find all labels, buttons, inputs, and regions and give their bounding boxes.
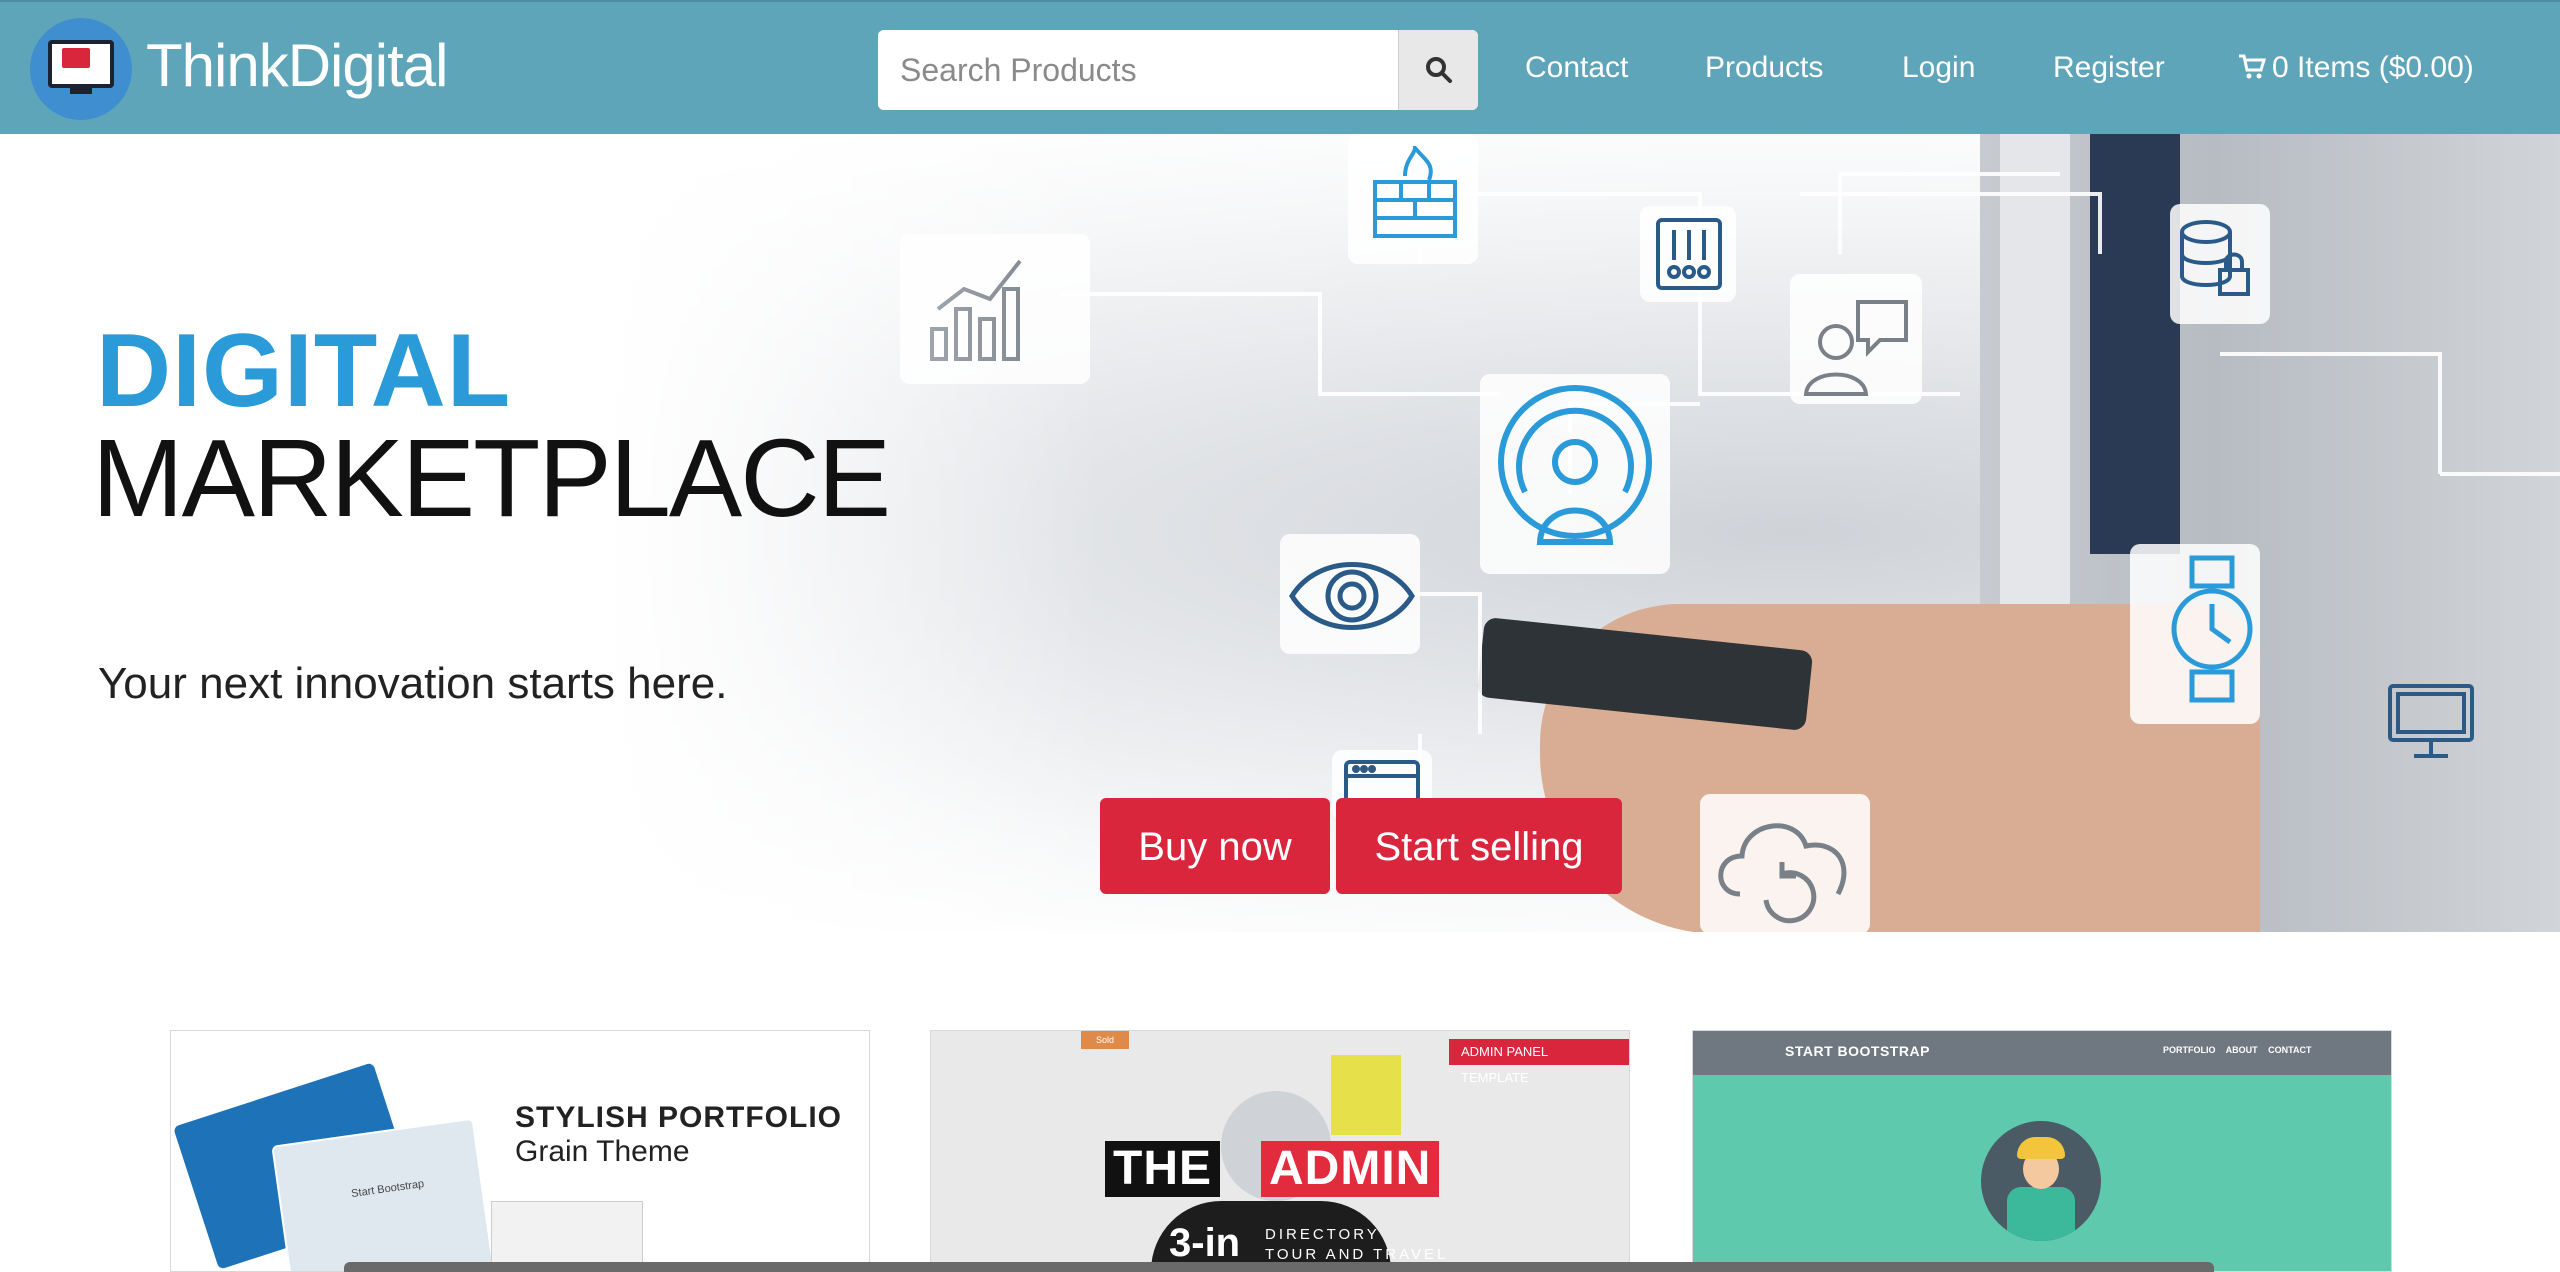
product-edition-text: DIRECTORY TOUR AND TRAVEL bbox=[1265, 1226, 1449, 1263]
broadcast-user-icon bbox=[1498, 385, 1652, 545]
cart-link[interactable]: 0 Items ($0.00) bbox=[2238, 40, 2474, 96]
nav-link-register[interactable]: Register bbox=[2053, 40, 2165, 96]
preview-navbar: START BOOTSTRAP PORTFOLIO ABOUT CONTACT bbox=[1693, 1031, 2391, 1075]
product-title: STYLISH PORTFOLIO bbox=[515, 1101, 843, 1134]
cart-summary: 0 Items ($0.00) bbox=[2272, 51, 2474, 84]
product-title-the: THE bbox=[1105, 1141, 1220, 1197]
cloud-sync-icon bbox=[1718, 823, 1847, 924]
preview-brand: START BOOTSTRAP bbox=[1785, 1043, 1930, 1059]
chat-user-icon bbox=[1803, 300, 1908, 396]
product-card-stylish-portfolio[interactable]: Start Bootstrap STYLISH PORTFOLIO Grain … bbox=[170, 1030, 870, 1272]
buy-now-button[interactable]: Buy now bbox=[1100, 798, 1330, 894]
eye-icon bbox=[1289, 562, 1415, 630]
hero-title-digital: DIGITAL bbox=[96, 313, 512, 429]
sold-tab: Sold bbox=[1081, 1031, 1129, 1049]
product-card-start-bootstrap[interactable]: START BOOTSTRAP PORTFOLIO ABOUT CONTACT bbox=[1692, 1030, 2392, 1272]
window-bottom-edge bbox=[344, 1262, 2214, 1272]
nav-link-login[interactable]: Login bbox=[1902, 40, 1975, 96]
database-lock-icon bbox=[2180, 220, 2250, 296]
avatar-icon bbox=[1981, 1121, 2101, 1241]
hero-tagline: Your next innovation starts here. bbox=[98, 659, 728, 708]
product-subtitle: Grain Theme bbox=[515, 1135, 690, 1168]
nav-link-contact[interactable]: Contact bbox=[1525, 40, 1628, 96]
search-input[interactable] bbox=[878, 30, 1398, 110]
search-button[interactable] bbox=[1398, 30, 1478, 110]
equalizer-icon bbox=[1656, 218, 1722, 290]
nav-link-products[interactable]: Products bbox=[1705, 40, 1823, 96]
firewall-icon bbox=[1373, 146, 1457, 238]
smartwatch-icon bbox=[2171, 555, 2253, 703]
hero-title-marketplace: MARKETPLACE bbox=[92, 417, 891, 540]
product-edition-number: 3-in bbox=[1169, 1221, 1241, 1265]
start-selling-button[interactable]: Start selling bbox=[1336, 798, 1622, 894]
top-navbar: ThinkDigital Contact Products Login Regi… bbox=[0, 0, 2560, 134]
brand-name[interactable]: ThinkDigital bbox=[146, 28, 448, 104]
admin-panel-badge: ADMIN PANEL TEMPLATE bbox=[1449, 1039, 1629, 1085]
shopping-cart-icon bbox=[2239, 54, 2267, 79]
preview-menu: PORTFOLIO ABOUT CONTACT bbox=[2163, 1045, 2312, 1055]
search-bar bbox=[878, 30, 1478, 110]
logo-icon[interactable] bbox=[30, 18, 132, 120]
search-icon bbox=[1426, 57, 1452, 83]
product-card-the-admin[interactable]: Sold ADMIN PANEL TEMPLATE THE ADMIN 3-in… bbox=[930, 1030, 1630, 1272]
product-title-admin: ADMIN bbox=[1261, 1141, 1440, 1197]
monitor-icon bbox=[2388, 684, 2474, 758]
